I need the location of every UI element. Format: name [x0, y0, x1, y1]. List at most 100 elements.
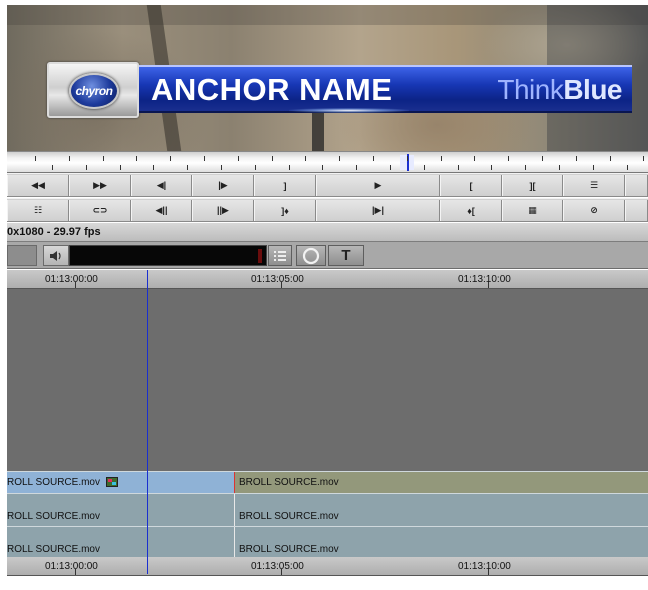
- video-clip-roll-source-tail[interactable]: [148, 472, 234, 494]
- toolbar-spacer: [625, 175, 648, 196]
- no-entry-button[interactable]: ⊘: [563, 200, 625, 221]
- go-to-in-button[interactable]: ♦[: [440, 200, 502, 221]
- audio-clip-broll-source[interactable]: BROLL SOURCE.mov: [234, 527, 648, 558]
- brand-text: ThinkBlue: [497, 74, 622, 106]
- step-forward-button[interactable]: |▶: [192, 175, 254, 196]
- timecode-ruler-top[interactable]: 01:13:00:00 01:13:05:00 01:13:10:00: [7, 270, 648, 289]
- record-button[interactable]: [296, 245, 326, 266]
- link-button[interactable]: ⊂⊃: [69, 200, 131, 221]
- position-tick: [305, 156, 307, 161]
- record-icon: [302, 247, 320, 264]
- position-tick: [288, 165, 290, 170]
- position-tick: [542, 156, 543, 161]
- bottom-strip: [7, 576, 648, 590]
- position-tick: [237, 156, 239, 161]
- playhead[interactable]: [147, 270, 148, 574]
- position-tick: [339, 156, 341, 161]
- play-button[interactable]: ▶: [316, 175, 440, 196]
- position-tick: [136, 156, 138, 161]
- mark-in-button[interactable]: [: [440, 175, 502, 196]
- position-tick: [525, 165, 527, 170]
- position-tick: [389, 165, 391, 170]
- timecode-ruler-bottom[interactable]: 01:13:00:00 01:13:05:00 01:13:10:00: [7, 557, 648, 576]
- chyron-logo-text: chyron: [75, 84, 113, 98]
- go-to-out-icon: ]♦: [281, 205, 289, 216]
- position-tick: [35, 156, 36, 161]
- mark-clip-icon: ][: [529, 180, 536, 191]
- effect-icon: [106, 477, 118, 487]
- list-button[interactable]: ☷: [7, 200, 69, 221]
- ruler-tick: [75, 282, 76, 288]
- step-back-frames-button[interactable]: ◀||: [131, 200, 192, 221]
- video-track[interactable]: ROLL SOURCE.mov BROLL SOURCE.mov: [7, 471, 648, 494]
- video-monitor[interactable]: chyron ANCHOR NAME ThinkBlue: [7, 5, 648, 151]
- track-selector-cell[interactable]: [7, 245, 37, 266]
- audio-clip-broll-source[interactable]: BROLL SOURCE.mov: [234, 494, 648, 526]
- position-tick: [508, 156, 510, 161]
- position-tick: [51, 165, 53, 170]
- position-tick: [356, 165, 358, 170]
- clip-label: ROLL SOURCE.mov: [7, 511, 100, 522]
- position-tick: [406, 156, 408, 161]
- position-tick: [271, 156, 273, 161]
- ruler-tick: [75, 569, 76, 575]
- rewind-button[interactable]: ◀◀: [7, 175, 69, 196]
- clip-label: BROLL SOURCE.mov: [239, 544, 339, 555]
- mark-clip-button[interactable]: ][: [502, 175, 563, 196]
- clip-label: ROLL SOURCE.mov: [7, 544, 100, 555]
- clip-label: BROLL SOURCE.mov: [239, 477, 339, 488]
- position-bar[interactable]: [7, 151, 648, 173]
- position-tick: [187, 165, 189, 170]
- position-tick: [170, 156, 172, 161]
- clear-marks-button[interactable]: ☰: [563, 175, 625, 196]
- position-tick: [592, 165, 594, 170]
- clip-label: BROLL SOURCE.mov: [239, 511, 339, 522]
- play-in-out-icon: |▶|: [372, 205, 384, 215]
- ruler-label: 01:13:00:00: [45, 561, 98, 572]
- position-tick: [474, 156, 476, 161]
- speaker-icon: [50, 250, 61, 261]
- audio-clip-roll-source[interactable]: ROLL SOURCE.mov: [7, 494, 234, 526]
- fast-forward-button[interactable]: ▶▶: [69, 175, 131, 196]
- position-tick: [102, 156, 104, 161]
- audio-clip-roll-source[interactable]: ROLL SOURCE.mov: [7, 527, 234, 558]
- match-frame-icon: ▦: [528, 205, 537, 215]
- ruler-tick: [281, 569, 282, 575]
- list-button[interactable]: [268, 245, 292, 266]
- anchor-name-text: ANCHOR NAME: [151, 72, 393, 107]
- audio-track-1[interactable]: ROLL SOURCE.mov BROLL SOURCE.mov: [7, 493, 648, 526]
- audio-track-2[interactable]: ROLL SOURCE.mov BROLL SOURCE.mov: [7, 526, 648, 559]
- timeline-track-area[interactable]: [7, 289, 648, 471]
- toolbar-spacer: [625, 200, 648, 221]
- step-back-button[interactable]: ◀|: [131, 175, 192, 196]
- mark-out-button[interactable]: ]: [254, 175, 316, 196]
- ruler-label: 01:13:10:00: [458, 274, 511, 285]
- position-tick: [558, 165, 560, 170]
- ruler-label: 01:13:05:00: [251, 274, 304, 285]
- position-tick: [457, 165, 459, 170]
- speaker-button[interactable]: [43, 245, 69, 266]
- ruler-tick: [488, 282, 489, 288]
- clip-label: ROLL SOURCE.mov: [7, 477, 100, 488]
- clear-marks-icon: ☰: [589, 180, 599, 190]
- position-tick: [220, 165, 222, 170]
- video-clip-roll-source[interactable]: ROLL SOURCE.mov: [7, 472, 148, 494]
- text-tool-icon: T: [341, 247, 351, 264]
- position-tick: [491, 165, 493, 170]
- timecode-display: [69, 245, 267, 266]
- position-tick: [85, 165, 87, 170]
- step-forward-frames-icon: ||▶: [217, 205, 229, 215]
- match-frame-button[interactable]: ▦: [502, 200, 563, 221]
- ruler-tick: [281, 282, 282, 288]
- video-clip-broll-source[interactable]: BROLL SOURCE.mov: [234, 472, 648, 494]
- fast-forward-icon: ▶▶: [93, 180, 107, 190]
- step-forward-frames-button[interactable]: ||▶: [192, 200, 254, 221]
- position-tick: [153, 165, 155, 170]
- play-in-out-button[interactable]: |▶|: [316, 200, 440, 221]
- text-tool-button[interactable]: T: [328, 245, 364, 266]
- timeline-controls: T: [7, 242, 648, 269]
- position-tick: [373, 156, 374, 161]
- go-to-out-button[interactable]: ]♦: [254, 200, 316, 221]
- brand-text-light: Think: [497, 74, 564, 105]
- position-tick: [68, 156, 70, 161]
